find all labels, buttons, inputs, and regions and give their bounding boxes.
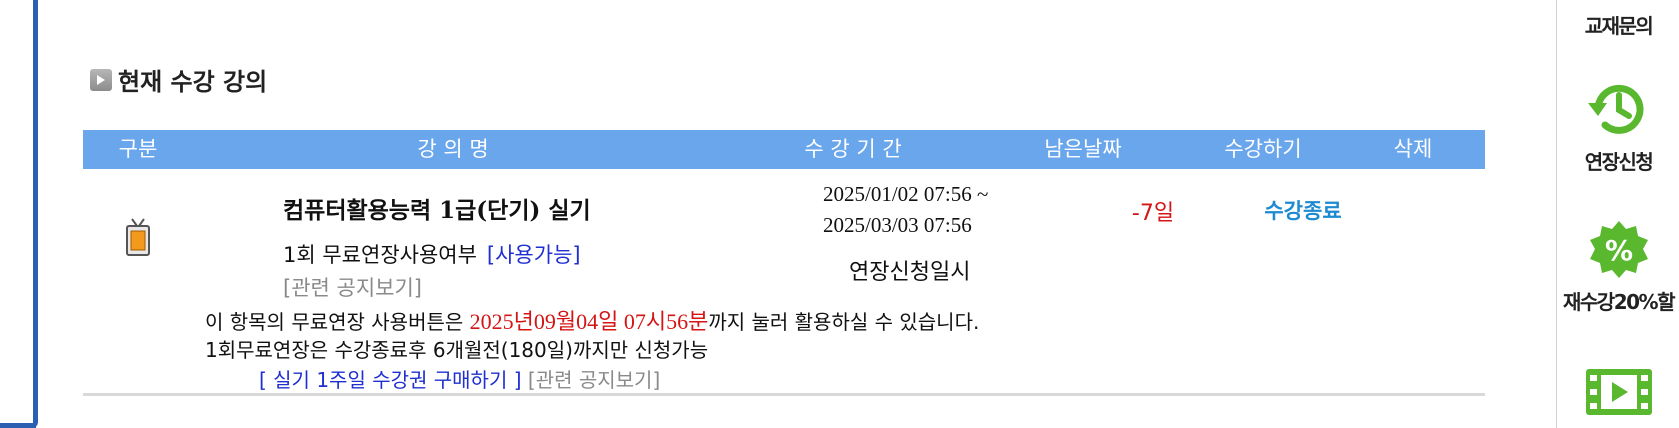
header-period: 수 강 기 간 xyxy=(804,137,902,161)
play-bullet-icon xyxy=(90,68,112,91)
table-row: 컴퓨터활용능력 1급(단기) 실기 1회 무료연장사용여부 [사용가능] [관련 … xyxy=(83,169,1485,396)
header-category: 구분 xyxy=(118,137,158,161)
related-notice-link[interactable]: [관련 공지보기] xyxy=(283,272,422,302)
tv-icon xyxy=(125,217,151,261)
quick-menu-item-retake-discount[interactable]: % 재수강20%할 xyxy=(1557,218,1679,315)
percent-badge-icon: % xyxy=(1587,221,1651,286)
info-suffix: 까지 눌러 활용하실 수 있습니다. xyxy=(708,310,980,334)
course-ended-status[interactable]: 수강종료 xyxy=(1223,195,1383,225)
period-end: 2025/03/03 07:56 xyxy=(823,213,972,237)
course-period: 2025/01/02 07:56 ~ 2025/03/03 07:56 xyxy=(823,179,988,241)
header-take-course: 수강하기 xyxy=(1224,137,1302,161)
related-notice-link-2[interactable]: [관련 공지보기] xyxy=(528,368,660,392)
table-header: 구분 강 의 명 수 강 기 간 남은날짜 수강하기 삭제 xyxy=(83,130,1485,169)
extension-deadline-info: 이 항목의 무료연장 사용버튼은 2025년09월04일 07시56분까지 눌러… xyxy=(205,304,979,336)
header-delete: 삭제 xyxy=(1393,137,1433,161)
video-play-icon xyxy=(1583,369,1655,422)
clock-history-icon xyxy=(1584,84,1654,146)
buy-weekly-pass-link[interactable]: [ 실기 1주일 수강권 구매하기 ] xyxy=(259,368,522,392)
header-remaining: 남은날짜 xyxy=(1044,137,1122,161)
free-extension-line: 1회 무료연장사용여부 [사용가능] xyxy=(283,239,581,269)
course-name[interactable]: 컴퓨터활용능력 1급(단기) 실기 xyxy=(283,191,591,225)
quick-menu-label: 연장신청 xyxy=(1584,150,1654,174)
quick-menu-item-video[interactable] xyxy=(1557,366,1679,422)
quick-menu: 교재문의 연장신청 % 재수강20%할 xyxy=(1556,0,1679,428)
quick-menu-label: 교재문의 xyxy=(1584,14,1654,38)
left-panel-edge xyxy=(0,0,38,428)
extension-date-label: 연장신청일시 xyxy=(849,260,971,285)
remaining-days: -7일 xyxy=(1131,201,1175,226)
header-course-name: 강 의 명 xyxy=(417,137,489,161)
free-extension-label: 1회 무료연장사용여부 xyxy=(283,243,477,267)
period-start: 2025/01/02 07:56 ~ xyxy=(823,182,989,206)
purchase-line: [ 실기 1주일 수강권 구매하기 ] [관련 공지보기] xyxy=(259,364,660,393)
section-title-text: 현재 수강 강의 xyxy=(118,68,268,96)
extension-rule-info: 1회무료연장은 수강종료후 6개월전(180일)까지만 신청가능 xyxy=(205,338,709,362)
quick-menu-item-extension[interactable]: 연장신청 xyxy=(1557,76,1679,175)
quick-menu-label: 재수강20%할 xyxy=(1563,290,1675,314)
quick-menu-item-book-inquiry[interactable]: 교재문의 xyxy=(1557,10,1679,39)
section-title: 현재 수강 강의 xyxy=(90,62,267,97)
svg-text:%: % xyxy=(1604,234,1632,267)
info-prefix: 이 항목의 무료연장 사용버튼은 xyxy=(205,310,470,334)
extension-deadline-date: 2025년09월04일 07시56분 xyxy=(469,309,709,334)
extension-available-link[interactable]: [사용가능] xyxy=(487,243,581,267)
